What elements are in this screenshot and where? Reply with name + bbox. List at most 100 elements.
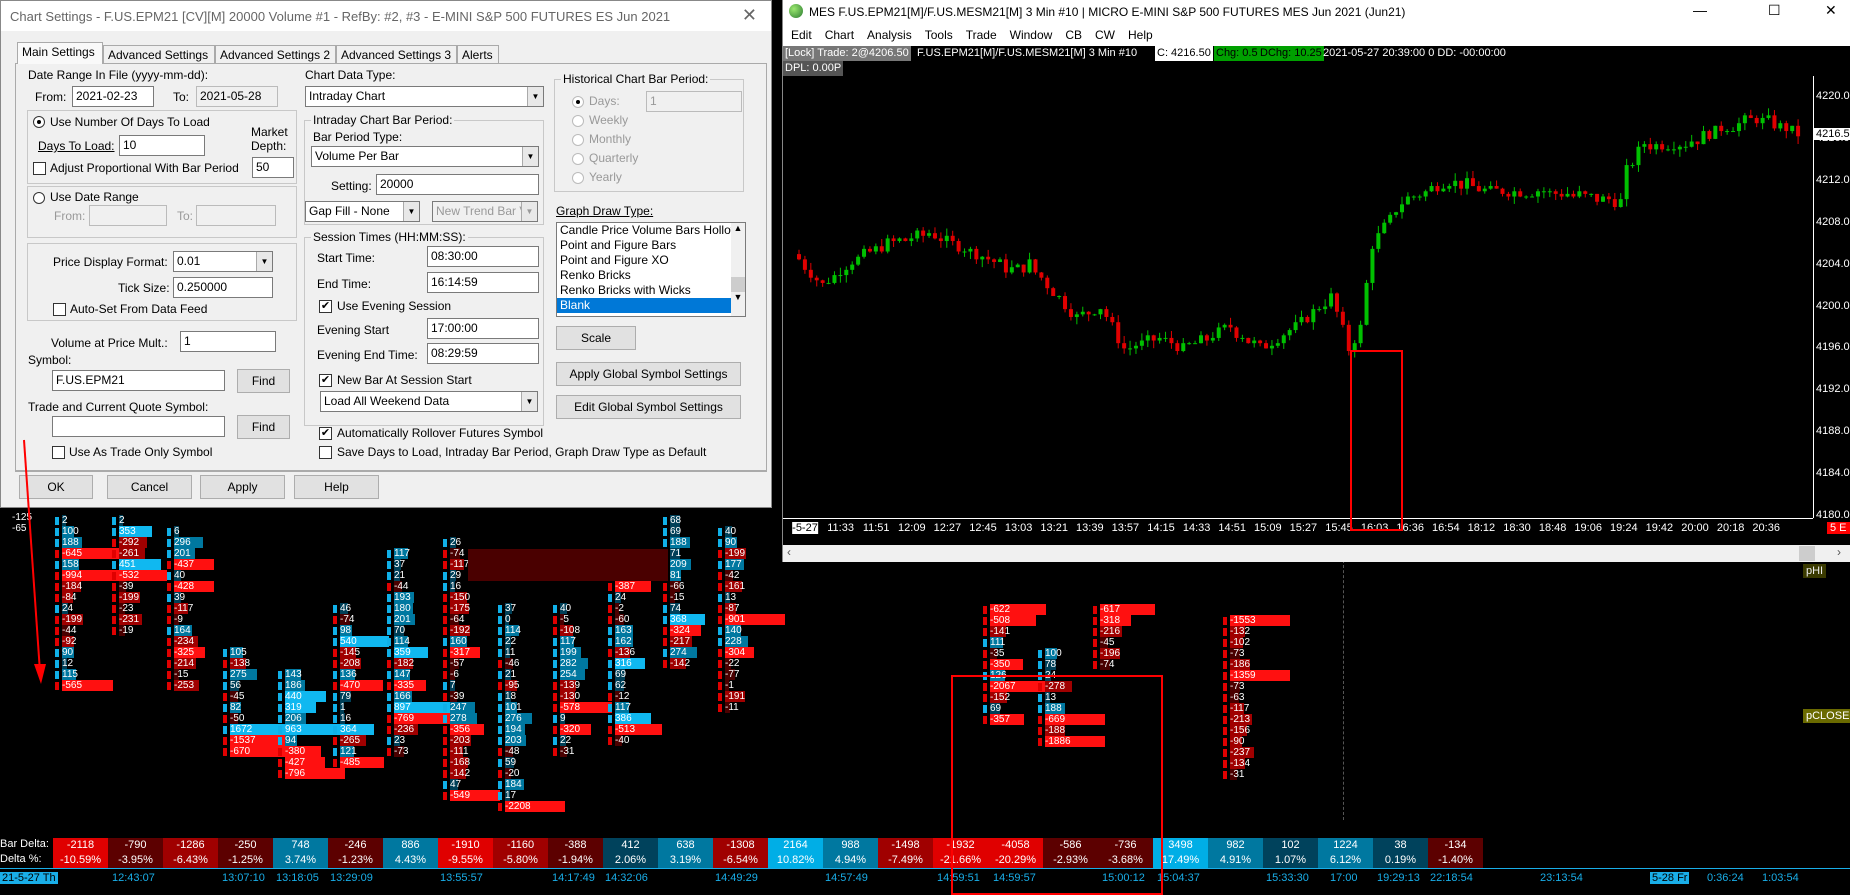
weekend-data-select[interactable]: Load All Weekend Data ▼: [320, 391, 538, 412]
footprint-value: 254: [560, 669, 577, 680]
candle-body: [1039, 272, 1044, 278]
list-scrollbar[interactable]: ▲ ▼: [731, 223, 745, 316]
footprint-value: -265: [340, 735, 361, 746]
footprint-marker: [223, 748, 227, 756]
graph-draw-type-item[interactable]: Point and Figure Bars: [557, 238, 731, 253]
footprint-marker: [278, 759, 282, 767]
footprint-marker: [608, 638, 612, 646]
footprint-marker: [223, 704, 227, 712]
tick-size-field[interactable]: 0.250000: [173, 277, 273, 298]
footprint-marker: [1223, 672, 1227, 680]
graph-draw-type-item[interactable]: Renko Bricks with Wicks: [557, 283, 731, 298]
bar-delta-cell: -2118: [53, 838, 108, 853]
footprint-value: 69: [615, 669, 627, 680]
graph-draw-type-item[interactable]: Point and Figure XO: [557, 253, 731, 268]
footprint-value: -15: [670, 592, 685, 603]
footprint-value: -191: [725, 691, 746, 702]
candle-body: [1187, 343, 1192, 345]
price-format-select[interactable]: 0.01 ▼: [173, 251, 273, 272]
edit-global-settings-button[interactable]: Edit Global Symbol Settings: [556, 395, 741, 419]
candle-body: [1133, 345, 1138, 349]
close-icon[interactable]: ✕: [742, 5, 757, 26]
gap-fill-select[interactable]: Gap Fill - None ▼: [305, 201, 420, 222]
tab-advanced-settings-2[interactable]: Advanced Settings 2: [215, 45, 336, 63]
candle-body: [1057, 296, 1062, 298]
candle-body: [1494, 186, 1499, 189]
footprint-value: 180: [394, 603, 411, 614]
bar-period-type-select[interactable]: Volume Per Bar ▼: [311, 146, 539, 167]
start-time-label: Start Time:: [317, 251, 376, 265]
footprint-value: -136: [615, 647, 636, 658]
footprint-value: 47: [450, 779, 462, 790]
chart-data-type-select[interactable]: Intraday Chart ▼: [305, 86, 544, 107]
scroll-right-icon[interactable]: ›: [1837, 545, 1841, 559]
footprint-marker: [718, 616, 722, 624]
apply-button[interactable]: Apply: [200, 475, 285, 499]
find-symbol-button[interactable]: Find: [237, 369, 290, 393]
footprint-marker: [608, 715, 612, 723]
horizontal-scrollbar[interactable]: ‹ ›: [783, 545, 1850, 562]
candle-body: [1660, 144, 1665, 150]
save-default-checkbox[interactable]: [319, 446, 332, 459]
scale-button[interactable]: Scale: [556, 326, 636, 350]
graph-draw-type-list[interactable]: Candle Price Volume Bars Hollow Point and…: [556, 222, 746, 317]
footprint-marker: [498, 759, 502, 767]
days-to-load-stepper[interactable]: 10: [119, 135, 205, 156]
start-time-field[interactable]: 08:30:00: [427, 246, 539, 267]
footprint-value: -31: [1230, 769, 1245, 780]
graph-draw-type-item[interactable]: Renko Bricks: [557, 268, 731, 283]
setting-field[interactable]: 20000: [376, 174, 539, 195]
chart-data-type-label: Chart Data Type:: [305, 68, 396, 82]
tab-advanced-settings-3[interactable]: Advanced Settings 3: [336, 45, 457, 63]
bar-delta-cell: -388: [548, 838, 603, 853]
footprint-marker: [1223, 639, 1227, 647]
time-label: 15:33:30: [1266, 872, 1309, 884]
candle-body: [1654, 144, 1659, 150]
tab-alerts[interactable]: Alerts: [457, 45, 499, 63]
candle-body: [1175, 343, 1180, 352]
scroll-left-icon[interactable]: ‹: [787, 545, 791, 559]
footprint-value: -42: [725, 570, 740, 581]
footprint-value: -142: [670, 658, 691, 669]
candle-body: [1725, 131, 1730, 133]
footprint-value: -39: [119, 581, 134, 592]
candle-body: [1210, 337, 1215, 341]
rollover-checkbox[interactable]: ✔: [319, 427, 332, 440]
apply-global-settings-button[interactable]: Apply Global Symbol Settings: [556, 362, 741, 386]
tab-main-settings[interactable]: Main Settings: [17, 42, 103, 64]
candle-body: [968, 248, 973, 252]
graph-draw-type-item[interactable]: Candle Price Volume Bars Hollow: [557, 223, 731, 238]
vap-mult-field[interactable]: 1: [180, 331, 276, 352]
scroll-thumb[interactable]: [1799, 546, 1815, 561]
candle-body: [1045, 277, 1050, 289]
hist-option-label: Weekly: [589, 113, 629, 127]
new-bar-session-checkbox[interactable]: ✔: [319, 374, 332, 387]
footprint-marker: [387, 649, 391, 657]
help-button[interactable]: Help: [294, 475, 379, 499]
footprint-value: -168: [450, 757, 471, 768]
find-trade-symbol-button[interactable]: Find: [237, 415, 290, 439]
evening-end-label: Evening End Time:: [317, 348, 418, 362]
footprint-value: 117: [560, 636, 576, 647]
footprint-value: -139: [560, 680, 581, 691]
footprint-marker: [443, 660, 447, 668]
end-time-field[interactable]: 16:14:59: [427, 272, 539, 293]
market-depth-field[interactable]: 50: [252, 157, 294, 178]
footprint-marker: [718, 649, 722, 657]
cancel-button[interactable]: Cancel: [107, 475, 192, 499]
candle-body: [1128, 348, 1133, 350]
evening-start-label: Evening Start: [317, 323, 390, 337]
footprint-marker: [983, 639, 987, 647]
footprint-value: 147: [394, 669, 411, 680]
evening-start-field[interactable]: 17:00:00: [427, 318, 539, 339]
delta-percent-cell: 3.19%: [658, 853, 713, 868]
graph-draw-type-item[interactable]: Blank: [557, 298, 731, 313]
footprint-marker: [498, 605, 502, 613]
use-evening-checkbox[interactable]: ✔: [319, 300, 332, 313]
evening-end-field[interactable]: 08:29:59: [427, 343, 539, 364]
prior-high-label: pHI: [1803, 564, 1827, 578]
tab-advanced-settings[interactable]: Advanced Settings: [103, 45, 215, 63]
from-date-field[interactable]: 2021-02-23: [72, 86, 154, 107]
footprint-marker: [1038, 650, 1042, 658]
footprint-value: 7: [450, 680, 456, 691]
